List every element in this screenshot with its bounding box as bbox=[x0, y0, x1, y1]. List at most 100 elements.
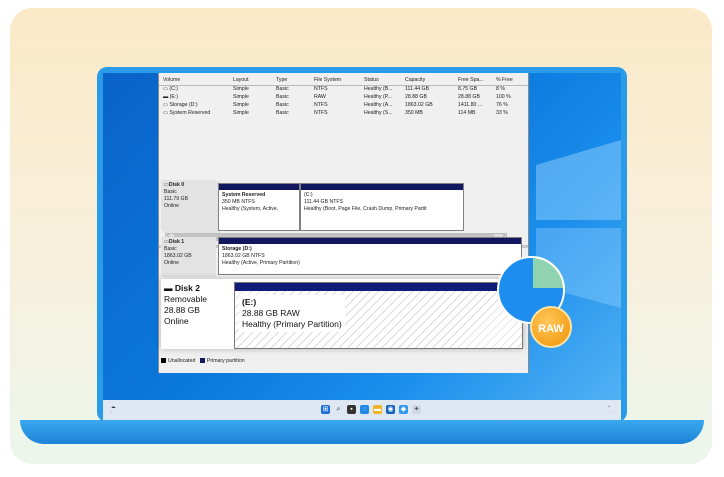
disk-2-size: 28.88 GB bbox=[164, 305, 200, 315]
legend-primary: Primary partition bbox=[206, 358, 245, 364]
partition-storage-d[interactable]: Storage (D:) 1863.02 GB NTFS Healthy (Ac… bbox=[218, 237, 522, 275]
cell-layout: Simple bbox=[233, 102, 249, 108]
cell-free-space: 28.88 GB bbox=[458, 94, 480, 100]
unallocated-swatch bbox=[161, 358, 166, 364]
cell-file-system: RAW bbox=[314, 94, 326, 100]
cell-volume: ▭ (C:) bbox=[163, 86, 178, 92]
cell-volume: ▭ System Reserved bbox=[163, 110, 211, 116]
disk-1-name: Disk 1 bbox=[168, 239, 185, 245]
cell-capacity: 1863.02 GB bbox=[405, 102, 433, 108]
disk-1-status: Online bbox=[164, 260, 179, 266]
table-row[interactable]: ▭ System Reserved Simple Basic NTFS Heal… bbox=[159, 110, 528, 118]
weather-widget[interactable]: ☁ · bbox=[111, 404, 116, 414]
cell-status: Healthy (A... bbox=[364, 102, 393, 108]
disk-0-size: 111.79 GB bbox=[164, 196, 189, 202]
store-icon[interactable]: ◆ bbox=[399, 405, 408, 414]
cell-free-space: 8.75 GB bbox=[458, 86, 478, 92]
disk-2-name: Disk 2 bbox=[174, 283, 200, 293]
cell-file-system: NTFS bbox=[314, 102, 328, 108]
table-row[interactable]: ▬ (E:) Simple Basic RAW Healthy (P... 28… bbox=[159, 94, 528, 102]
disk-1-label[interactable]: ▭Disk 1 Basic 1863.02 GB Online bbox=[161, 237, 216, 277]
partition-e-raw[interactable]: (E:) 28.88 GB RAW Healthy (Primary Parti… bbox=[234, 282, 523, 349]
chat-icon[interactable]: ◌ bbox=[360, 405, 369, 414]
cell-volume: ▭ Storage (D:) bbox=[163, 102, 198, 108]
legend: Unallocated Primary partition bbox=[161, 358, 523, 369]
disk-0-status: Online bbox=[164, 203, 179, 209]
system-tray[interactable]: ⌃ · bbox=[607, 405, 611, 415]
cell-status: Healthy (P... bbox=[364, 94, 392, 100]
cell-capacity: 350 MB bbox=[405, 110, 423, 116]
cell-type: Basic bbox=[276, 102, 289, 108]
partition-name: (C:) bbox=[304, 192, 313, 198]
partition-name: System Reserved bbox=[222, 192, 266, 198]
cell-percent-free: 100 % bbox=[496, 94, 511, 100]
taskbar-icons: ⊞ ⌕ ▪ ◌ ▬ ◉ ◆ ✦ bbox=[321, 405, 421, 415]
table-row[interactable]: ▭ (C:) Simple Basic NTFS Healthy (B... 1… bbox=[159, 86, 528, 94]
cell-layout: Simple bbox=[233, 86, 249, 92]
partition-system-reserved[interactable]: System Reserved 350 MB NTFS Healthy (Sys… bbox=[218, 183, 300, 231]
primary-partition-bar bbox=[235, 283, 522, 291]
cell-capacity: 111.44 GB bbox=[405, 86, 430, 92]
laptop-base bbox=[20, 420, 704, 444]
disk-0-name: Disk 0 bbox=[168, 182, 185, 188]
cell-type: Basic bbox=[276, 94, 289, 100]
cell-free-space: 114 MB bbox=[458, 110, 476, 116]
partition-name: (E:) bbox=[242, 297, 257, 307]
partition-status: Healthy (System, Active, bbox=[222, 206, 279, 212]
cell-free-space: 1411.80 ... bbox=[458, 102, 483, 108]
disk-1-size: 1863.02 GB bbox=[164, 253, 192, 259]
col-percent-free[interactable]: % Free bbox=[496, 77, 513, 83]
disk-icon: ▬ bbox=[164, 283, 173, 293]
partition-size: 350 MB NTFS bbox=[222, 199, 255, 205]
col-file-system[interactable]: File System bbox=[314, 77, 341, 83]
primary-swatch bbox=[199, 358, 205, 364]
partition-c[interactable]: (C:) 111.44 GB NTFS Healthy (Boot, Page … bbox=[300, 183, 464, 231]
cell-file-system: NTFS bbox=[314, 110, 328, 116]
cell-percent-free: 33 % bbox=[496, 110, 508, 116]
partition-status: Healthy (Boot, Page File, Crash Dump, Pr… bbox=[304, 206, 427, 212]
raw-badge: RAW bbox=[530, 306, 572, 348]
disk-0-label-page[interactable]: ▭Disk 0 Basic 111.79 GB Online bbox=[161, 180, 216, 230]
partition-status: Healthy (Active, Primary Partition) bbox=[222, 260, 300, 266]
partition-name: Storage (D:) bbox=[222, 246, 252, 252]
table-row[interactable]: ▭ Storage (D:) Simple Basic NTFS Healthy… bbox=[159, 102, 528, 110]
col-layout[interactable]: Layout bbox=[233, 77, 249, 83]
legend-unallocated: Unallocated bbox=[168, 358, 196, 364]
disk-2-type: Removable bbox=[164, 294, 207, 304]
disk-1-type: Basic bbox=[164, 246, 177, 252]
task-view-icon[interactable]: ▪ bbox=[347, 405, 356, 414]
partition-status: Healthy (Primary Partition) bbox=[242, 319, 342, 329]
disk-2-status: Online bbox=[164, 316, 189, 326]
cell-type: Basic bbox=[276, 86, 289, 92]
search-icon[interactable]: ⌕ bbox=[334, 405, 343, 414]
table-header: Volume Layout Type File System Status Ca… bbox=[159, 77, 528, 86]
disk-0-type: Basic bbox=[164, 189, 177, 195]
cell-capacity: 28.88 GB bbox=[405, 94, 427, 100]
app-icon[interactable]: ✦ bbox=[412, 405, 421, 414]
partition-e-info: (E:) 28.88 GB RAW Healthy (Primary Parti… bbox=[239, 295, 345, 332]
disk-2-label[interactable]: ▬ Disk 2 Removable 28.88 GB Online bbox=[161, 279, 233, 349]
partition-size: 28.88 GB RAW bbox=[242, 308, 300, 318]
cell-status: Healthy (B... bbox=[364, 86, 393, 92]
partition-size: 111.44 GB NTFS bbox=[304, 199, 344, 205]
cell-percent-free: 8 % bbox=[496, 86, 505, 92]
cell-layout: Simple bbox=[233, 110, 249, 116]
edge-icon[interactable]: ◉ bbox=[386, 405, 395, 414]
col-volume[interactable]: Volume bbox=[163, 77, 180, 83]
col-free-space[interactable]: Free Spa... bbox=[458, 77, 484, 83]
col-type[interactable]: Type bbox=[276, 77, 287, 83]
volume-table: Volume Layout Type File System Status Ca… bbox=[159, 77, 528, 118]
file-explorer-icon[interactable]: ▬ bbox=[373, 405, 382, 414]
cell-percent-free: 76 % bbox=[496, 102, 508, 108]
disk-2-row: ▬ Disk 2 Removable 28.88 GB Online (E:) … bbox=[161, 279, 523, 349]
partition-size: 1863.02 GB NTFS bbox=[222, 253, 265, 259]
start-icon[interactable]: ⊞ bbox=[321, 405, 330, 414]
taskbar: ☁ · ⊞ ⌕ ▪ ◌ ▬ ◉ ◆ ✦ ⌃ · bbox=[103, 400, 621, 420]
cell-volume: ▬ (E:) bbox=[163, 94, 178, 100]
cell-status: Healthy (S... bbox=[364, 110, 393, 116]
cell-file-system: NTFS bbox=[314, 86, 328, 92]
col-status[interactable]: Status bbox=[364, 77, 379, 83]
col-capacity[interactable]: Capacity bbox=[405, 77, 425, 83]
cell-layout: Simple bbox=[233, 94, 249, 100]
cell-type: Basic bbox=[276, 110, 289, 116]
